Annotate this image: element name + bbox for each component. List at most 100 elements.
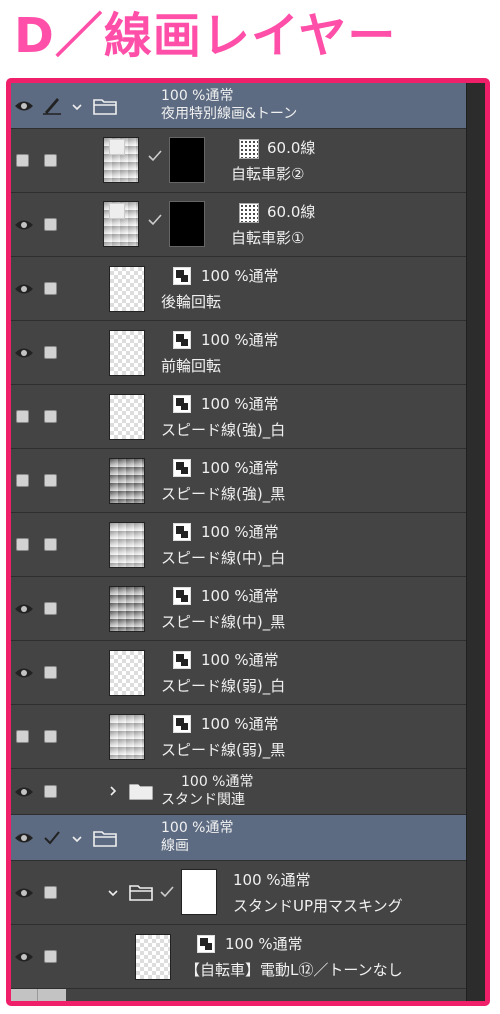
eye-icon[interactable] [14, 218, 34, 232]
layer-row-speedline-weak-white[interactable]: 100 %通常 スピード線(弱)_白 [11, 641, 466, 705]
check-icon [148, 150, 162, 162]
layer-name: 自転車影① [231, 229, 305, 247]
layer-row-bike-shadow-2[interactable]: 60.0線 自転車影② [11, 129, 466, 193]
layer-blend-mode: 100 %通常 [233, 871, 311, 889]
layer-name: スピード線(弱)_白 [161, 677, 286, 695]
eye-icon[interactable] [14, 346, 34, 360]
mask-thumbnail [169, 137, 205, 183]
layer-row-speedline-weak-black[interactable]: 100 %通常 スピード線(弱)_黒 [11, 705, 466, 769]
tone-icon [239, 203, 259, 223]
layer-blend-mode: 100 %通常 [201, 587, 279, 605]
mask-thumbnail [169, 201, 205, 247]
layer-name: 自転車影② [231, 165, 305, 183]
layer-name: 線画 [161, 838, 189, 854]
visibility-checkbox[interactable] [16, 474, 29, 487]
layer-thumbnail [109, 266, 145, 312]
layer-blend-mode: 100 %通常 [225, 935, 303, 953]
edit-checkbox[interactable] [44, 538, 57, 551]
eye-icon[interactable] [14, 886, 34, 900]
chevron-down-icon[interactable] [107, 887, 119, 899]
edit-checkbox[interactable] [44, 950, 57, 963]
layer-thumbnail [109, 714, 145, 760]
blend-mode-icon [173, 651, 191, 669]
edit-checkbox[interactable] [44, 346, 57, 359]
visibility-checkbox[interactable] [16, 538, 29, 551]
eye-icon[interactable] [14, 282, 34, 296]
eye-icon[interactable] [14, 666, 34, 680]
layer-name: スタンドUP用マスキング [233, 897, 403, 915]
layer-blend-mode: 100 %通常 [161, 820, 234, 836]
layer-panel-frame: 100 %通常 夜用特別線画&トーン 60.0線 自転車影② 60.0線 自転車 [6, 78, 490, 1006]
eye-icon[interactable] [14, 785, 34, 799]
layer-row-folder-lineart[interactable]: 100 %通常 線画 [11, 815, 466, 861]
edit-checkbox[interactable] [44, 886, 57, 899]
layer-thumbnail [109, 650, 145, 696]
blend-mode-icon [173, 523, 191, 541]
layer-row-speedline-mid-white[interactable]: 100 %通常 スピード線(中)_白 [11, 513, 466, 577]
check-icon[interactable] [43, 830, 61, 846]
blend-mode-icon [173, 459, 191, 477]
visibility-checkbox[interactable] [16, 154, 29, 167]
blend-mode-icon [173, 267, 191, 285]
layer-row-folder-night-lineart[interactable]: 100 %通常 夜用特別線画&トーン [11, 83, 466, 129]
chevron-down-icon[interactable] [71, 833, 83, 845]
visibility-checkbox[interactable] [16, 730, 29, 743]
layer-name: スタンド関連 [161, 792, 245, 808]
layer-thumbnail [109, 522, 145, 568]
eye-icon[interactable] [14, 831, 34, 845]
eye-icon[interactable] [14, 602, 34, 616]
folder-icon [129, 885, 153, 901]
layer-row-speedline-strong-white[interactable]: 100 %通常 スピード線(強)_白 [11, 385, 466, 449]
layer-blend-mode: 100 %通常 [201, 715, 279, 733]
pen-icon[interactable] [42, 95, 62, 115]
edit-checkbox[interactable] [44, 410, 57, 423]
layer-thumbnail [135, 934, 171, 980]
layer-thumbnail [109, 330, 145, 376]
check-icon [148, 214, 162, 226]
blend-mode-icon [173, 587, 191, 605]
edit-checkbox[interactable] [44, 666, 57, 679]
layer-blend-mode: 100 %通常 [201, 651, 279, 669]
chevron-down-icon[interactable] [71, 101, 83, 113]
edit-checkbox[interactable] [44, 730, 57, 743]
layer-name: 夜用特別線画&トーン [161, 106, 298, 122]
blend-mode-icon [173, 331, 191, 349]
layer-row-rear-wheel[interactable]: 100 %通常 後輪回転 [11, 257, 466, 321]
eye-icon[interactable] [14, 99, 34, 113]
layer-row-speedline-strong-black[interactable]: 100 %通常 スピード線(強)_黒 [11, 449, 466, 513]
layer-name: スピード線(中)_白 [161, 549, 286, 567]
layer-name: スピード線(弱)_黒 [161, 741, 286, 759]
layer-blend-mode: 100 %通常 [181, 774, 254, 790]
mask-thumbnail [181, 869, 217, 915]
edit-checkbox[interactable] [44, 785, 57, 798]
layer-row-front-wheel[interactable]: 100 %通常 前輪回転 [11, 321, 466, 385]
edit-checkbox[interactable] [44, 154, 57, 167]
tone-icon [239, 139, 259, 159]
edit-checkbox[interactable] [44, 218, 57, 231]
layer-row-bike-shadow-1[interactable]: 60.0線 自転車影① [11, 193, 466, 257]
chevron-right-icon[interactable] [107, 785, 119, 797]
layer-blend-mode: 100 %通常 [201, 267, 279, 285]
edit-checkbox[interactable] [44, 282, 57, 295]
folder-icon [93, 831, 117, 847]
layer-blend-mode: 60.0線 [267, 139, 316, 157]
layer-blend-mode: 100 %通常 [201, 331, 279, 349]
layer-row-stand-up-masking[interactable]: 100 %通常 スタンドUP用マスキング [11, 861, 466, 925]
layer-name: スピード線(強)_黒 [161, 485, 286, 503]
layer-row-speedline-mid-black[interactable]: 100 %通常 スピード線(中)_黒 [11, 577, 466, 641]
layer-thumbnail [109, 394, 145, 440]
eye-icon[interactable] [14, 950, 34, 964]
layer-row-bike-electric[interactable]: 100 %通常 【自転車】電動L⑫／トーンなし [11, 925, 466, 989]
visibility-checkbox[interactable] [16, 410, 29, 423]
layer-blend-mode: 100 %通常 [201, 459, 279, 477]
folder-icon [93, 99, 117, 115]
edit-checkbox[interactable] [44, 474, 57, 487]
layer-row-folder-stand[interactable]: 100 %通常 スタンド関連 [11, 769, 466, 815]
edit-checkbox[interactable] [44, 602, 57, 615]
scrollbar[interactable] [466, 83, 485, 1001]
layer-blend-mode: 60.0線 [267, 203, 316, 221]
layer-blend-mode: 100 %通常 [201, 523, 279, 541]
layer-blend-mode: 100 %通常 [161, 88, 234, 104]
layer-name: 前輪回転 [161, 357, 222, 375]
blend-mode-icon [197, 935, 215, 953]
